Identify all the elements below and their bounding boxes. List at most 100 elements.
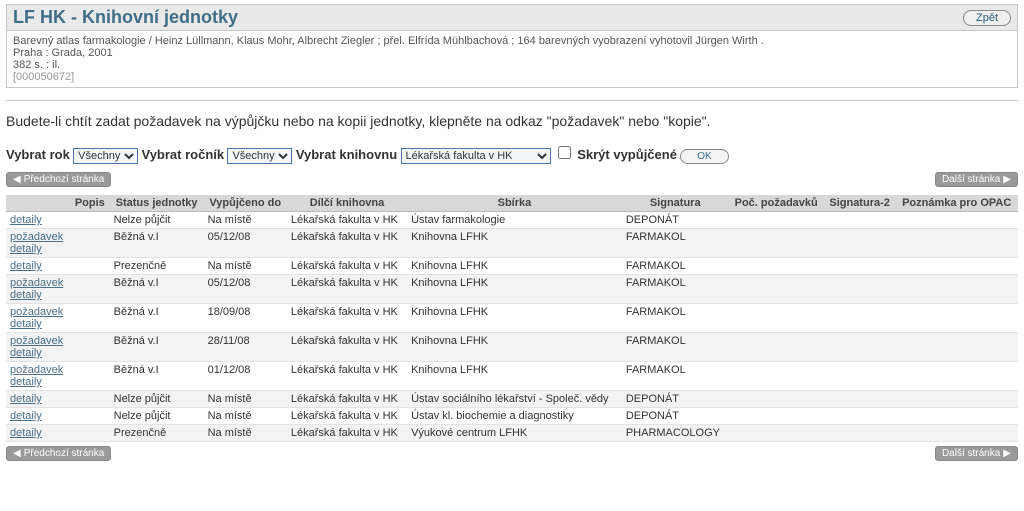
cell: 18/09/08 — [204, 304, 287, 333]
table-row: detaily Nelze půjčitNa místěLékařská faku… — [6, 212, 1018, 229]
table-row: požadavekdetailyBěžná v.I18/09/08Lékařsk… — [6, 304, 1018, 333]
details-link[interactable]: detaily — [10, 289, 42, 301]
record-citation: Barevný atlas farmakologie / Heinz Lüllm… — [6, 31, 1018, 88]
column-header: Signatura-2 — [824, 195, 896, 212]
hide-loaned-checkbox[interactable] — [558, 146, 571, 159]
cell: Lékařská fakulta v HK — [287, 391, 407, 408]
cell — [70, 333, 110, 362]
details-link[interactable]: detaily — [10, 214, 42, 226]
details-link[interactable]: detaily — [10, 260, 42, 272]
cell: Knihovna LFHK — [407, 275, 622, 304]
cell — [70, 391, 110, 408]
request-link[interactable]: požadavek — [10, 335, 63, 347]
prev-page-button[interactable]: ◀ Předchozí stránka — [6, 172, 111, 187]
cell: Lékařská fakulta v HK — [287, 362, 407, 391]
table-row: požadavekdetailyBěžná v.I05/12/08Lékařsk… — [6, 275, 1018, 304]
details-link[interactable]: detaily — [10, 347, 42, 359]
column-header: Signatura — [622, 195, 729, 212]
table-row: detailyNelze půjčitNa místěLékařská faku… — [6, 408, 1018, 425]
cell: 05/12/08 — [204, 229, 287, 258]
pager-top: ◀ Předchozí stránka Další stránka ▶ — [6, 172, 1018, 187]
cell: Prezenčně — [110, 258, 204, 275]
column-header: Poč. požadavků — [729, 195, 824, 212]
arrow-right-icon: ▶ — [1003, 448, 1011, 459]
citation-line: Barevný atlas farmakologie / Heinz Lüllm… — [13, 35, 1011, 47]
cell: Knihovna LFHK — [407, 229, 622, 258]
back-button[interactable]: Zpět — [963, 10, 1011, 26]
ok-button[interactable]: OK — [680, 149, 728, 164]
cell: PHARMACOLOGY — [622, 425, 729, 442]
cell: Na místě — [204, 408, 287, 425]
pager-bottom: ◀ Předchozí stránka Další stránka ▶ — [6, 446, 1018, 461]
cell: Na místě — [204, 212, 287, 229]
request-link[interactable]: požadavek — [10, 364, 63, 376]
column-header — [6, 195, 70, 212]
request-link[interactable]: požadavek — [10, 231, 63, 243]
column-header: Popis — [70, 195, 110, 212]
cell — [895, 362, 1018, 391]
citation-line: Praha : Grada, 2001 — [13, 47, 1011, 59]
details-link[interactable]: detaily — [10, 243, 42, 255]
cell: Ústav farmakologie — [407, 212, 622, 229]
details-link[interactable]: detaily — [10, 427, 42, 439]
cell — [895, 229, 1018, 258]
cell — [729, 258, 824, 275]
cell: FARMAKOL — [622, 362, 729, 391]
year-select[interactable]: Všechny — [73, 148, 138, 164]
cell: FARMAKOL — [622, 333, 729, 362]
column-header: Status jednotky — [110, 195, 204, 212]
cell: Lékařská fakulta v HK — [287, 275, 407, 304]
divider — [6, 100, 1018, 101]
cell — [895, 275, 1018, 304]
cell: Lékařská fakulta v HK — [287, 425, 407, 442]
arrow-left-icon: ◀ — [13, 174, 21, 185]
cell: Prezenčně — [110, 425, 204, 442]
cell: DEPONÁT — [622, 408, 729, 425]
cell: FARMAKOL — [622, 229, 729, 258]
cell — [895, 391, 1018, 408]
cell — [824, 304, 896, 333]
cell — [729, 275, 824, 304]
cell — [70, 258, 110, 275]
filter-bar: Vybrat rok Všechny Vybrat ročník Všechny… — [6, 143, 1018, 164]
cell: DEPONÁT — [622, 391, 729, 408]
details-link[interactable]: detaily — [10, 318, 42, 330]
cell — [70, 212, 110, 229]
details-link[interactable]: detaily — [10, 410, 42, 422]
cell — [729, 304, 824, 333]
hide-loaned-label: Skrýt vypůjčené — [577, 147, 677, 162]
cell: FARMAKOL — [622, 258, 729, 275]
cell — [895, 333, 1018, 362]
request-link[interactable]: požadavek — [10, 306, 63, 318]
cell — [824, 333, 896, 362]
cell: Běžná v.I — [110, 362, 204, 391]
cell: Nelze půjčit — [110, 212, 204, 229]
year-label: Vybrat rok — [6, 147, 70, 162]
column-header: Poznámka pro OPAC — [895, 195, 1018, 212]
cell — [824, 229, 896, 258]
instruction-text: Budete-li chtít zadat požadavek na výpůj… — [6, 113, 1018, 129]
cell: Lékařská fakulta v HK — [287, 304, 407, 333]
cell — [729, 391, 824, 408]
cell: 28/11/08 — [204, 333, 287, 362]
cell — [729, 425, 824, 442]
cell — [895, 212, 1018, 229]
details-link[interactable]: detaily — [10, 376, 42, 388]
volume-select[interactable]: Všechny — [227, 148, 292, 164]
cell — [824, 391, 896, 408]
cell — [729, 408, 824, 425]
next-page-button[interactable]: Další stránka ▶ — [935, 446, 1018, 461]
cell — [70, 408, 110, 425]
page-title: LF HK - Knihovní jednotky — [13, 7, 238, 28]
cell: Ústav kl. biochemie a diagnostiky — [407, 408, 622, 425]
next-page-button[interactable]: Další stránka ▶ — [935, 172, 1018, 187]
cell — [824, 212, 896, 229]
request-link[interactable]: požadavek — [10, 277, 63, 289]
cell: Lékařská fakulta v HK — [287, 212, 407, 229]
cell — [70, 275, 110, 304]
library-select[interactable]: Lékařská fakulta v HK — [401, 148, 551, 164]
library-label: Vybrat knihovnu — [296, 147, 397, 162]
details-link[interactable]: detaily — [10, 393, 42, 405]
prev-page-button[interactable]: ◀ Předchozí stránka — [6, 446, 111, 461]
system-number: [000050672] — [13, 71, 1011, 83]
